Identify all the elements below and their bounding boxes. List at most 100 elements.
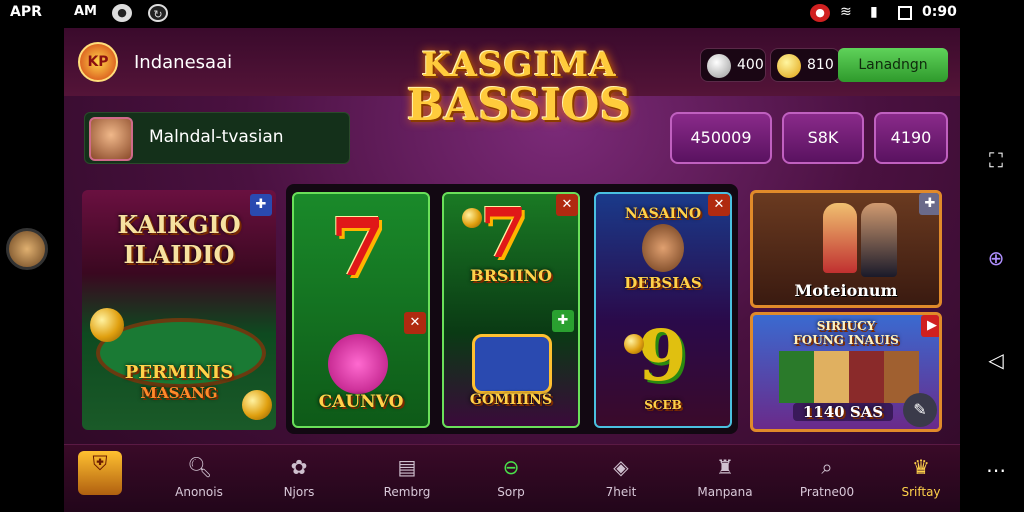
diamond-icon: ◈: [613, 455, 629, 479]
recents-icon[interactable]: ⛶: [984, 148, 1008, 172]
stat-button-2[interactable]: S8K: [782, 112, 864, 164]
device-screen: APR AM ● ↻ ● ≋ ▮ 0:90 ⛶ ⊕ ◁ ⋯ KP Indanes…: [0, 0, 1024, 512]
status-alert-icon: ●: [810, 4, 830, 22]
status-shield-icon: ●: [112, 4, 132, 22]
tile-badge-icon[interactable]: ✕: [404, 312, 426, 334]
login-button[interactable]: Lanadngn: [838, 48, 948, 82]
nav-label: Njors: [283, 485, 315, 499]
feature-sub-2: MASANG: [140, 384, 218, 402]
status-clock-right: 0:90: [922, 4, 957, 20]
slot-tile-c[interactable]: ✕ NASAINO DEBSIAS 9 SCEB: [594, 192, 732, 428]
characters-group: [779, 351, 919, 403]
user-profile-box[interactable]: Malndal-tvasian: [84, 112, 350, 164]
person-icon: ♜: [716, 455, 734, 479]
back-icon[interactable]: ◁: [984, 348, 1008, 372]
key-icon: ⊖: [502, 455, 520, 479]
title-line-2: BASSIOS: [406, 80, 632, 131]
balance-value-2: 810: [807, 57, 834, 73]
feature-title-2: ILAIDIO: [123, 240, 235, 269]
bell-icon: [707, 54, 731, 78]
slot-tile-a[interactable]: 7 ✕ CAUNVO: [292, 192, 430, 428]
nav-item-home[interactable]: ⛨: [64, 445, 154, 512]
slot-label-b2: GOMIIINS: [469, 392, 553, 408]
nav-label: Pratne00: [799, 485, 855, 499]
search-icon: ⌕: [821, 455, 833, 479]
app-name: Indanesaai: [134, 52, 233, 73]
tile-badge-icon[interactable]: ✚: [919, 193, 939, 215]
status-clock-left: AM: [74, 4, 97, 19]
stat-button-3[interactable]: 4190: [874, 112, 948, 164]
floating-avatar-bubble[interactable]: [6, 228, 48, 270]
nav-label: Sorp: [497, 485, 525, 499]
slot-label-c-top: NASAINO: [624, 206, 702, 222]
stat-button-1[interactable]: 450009: [670, 112, 772, 164]
title-line-1: KASGIMA: [421, 45, 617, 85]
nav-item-4[interactable]: ⊖ Sorp: [466, 445, 556, 512]
right-top-label: Moteionum: [794, 281, 898, 300]
slot-seven-b: 7: [480, 194, 528, 274]
slot-tile-b[interactable]: ✕ 7 BRSIINO ✚ GOMIIINS: [442, 192, 580, 428]
feature-tile-left[interactable]: ✚ KAIKGIO ILAIDIO PERMINIS MASANG: [82, 190, 276, 430]
tile-badge-icon[interactable]: ✕: [556, 194, 578, 216]
nav-item-2[interactable]: ✿ Njors: [254, 445, 344, 512]
right-bottom-title-2: FOUNG INAUIS: [793, 333, 899, 347]
signal-icon: ▮: [870, 4, 878, 20]
character-portrait: [472, 334, 552, 394]
nav-item-3[interactable]: ▤ Rembrg: [362, 445, 452, 512]
nav-item-7[interactable]: ⌕ Pratne00: [782, 445, 872, 512]
balance-pill-1[interactable]: 400: [700, 48, 766, 82]
feature-tile-right-bottom[interactable]: ▶ SIRIUCY FOUNG INAUIS 1140 SAS ✎: [750, 312, 942, 432]
nav-label: Rembrg: [383, 485, 431, 499]
feature-title-1: KAIKGIO: [117, 210, 241, 239]
coin-stack-icon: [90, 308, 124, 342]
crown-icon: ♛: [912, 455, 930, 479]
tile-badge-icon[interactable]: ✚: [552, 310, 574, 332]
casino-app: KP Indanesaai 400 810 Lanadngn KASGIMA B…: [64, 28, 960, 512]
avatar: [89, 117, 133, 161]
feature-tile-right-top[interactable]: ✚ Moteionum: [750, 190, 942, 308]
assistant-icon[interactable]: ⊕: [984, 246, 1008, 270]
nav-item-8[interactable]: ♛ Sriftay: [876, 445, 960, 512]
character-face: [642, 224, 684, 272]
nav-item-1[interactable]: 🔍︎ Anonois: [154, 445, 244, 512]
nav-label: Manpana: [697, 485, 753, 499]
slot-label-c-bottom: SCEB: [644, 398, 682, 412]
coin-icon: [462, 208, 482, 228]
bottom-nav: ⛨ 🔍︎ Anonois ✿ Njors ▤ Rembrg ⊖ Sorp ◈ 7…: [64, 444, 960, 512]
character-man: [861, 203, 897, 277]
gear-icon: ✿: [290, 455, 308, 479]
magnifier-icon: 🔍︎: [187, 455, 213, 479]
game-title: KASGIMA BASSIOS: [404, 48, 634, 128]
app-logo-icon: KP: [78, 42, 118, 82]
wifi-icon: ≋: [840, 4, 852, 20]
nav-item-6[interactable]: ♜ Manpana: [680, 445, 770, 512]
right-bottom-title-1: SIRIUCY: [816, 319, 876, 333]
system-nav-bar: ⛶ ⊕ ◁ ⋯: [960, 28, 1024, 512]
nav-label: 7heit: [605, 485, 637, 499]
battery-icon: [898, 6, 912, 20]
nav-label: Sriftay: [901, 485, 941, 499]
slot-label-b: BRSIINO: [470, 266, 552, 285]
nav-item-5[interactable]: ◈ 7heit: [576, 445, 666, 512]
feature-sub-1: PERMINIS: [124, 362, 234, 383]
slot-nine-c: 9: [638, 314, 687, 397]
slot-seven-a: 7: [330, 200, 386, 294]
coin-icon: [777, 54, 801, 78]
balance-value-1: 400: [737, 57, 764, 73]
status-bar: APR AM ● ↻ ● ≋ ▮ 0:90: [0, 0, 1024, 28]
slot-label-a: CAUNVO: [318, 392, 404, 412]
nav-label: Anonois: [175, 485, 223, 499]
more-icon[interactable]: ⋯: [984, 458, 1008, 482]
slot-label-c-mid: DEBSIAS: [624, 274, 702, 292]
coin-icon: [624, 334, 644, 354]
status-link-icon: ↻: [148, 4, 168, 22]
casino-chip-icon: [328, 334, 388, 394]
status-left-text: APR: [10, 4, 42, 20]
character-woman: [823, 203, 857, 273]
right-bottom-label: 1140 SAS: [793, 403, 893, 421]
wrench-icon[interactable]: ✎: [903, 393, 937, 427]
shield-icon: ⛨: [78, 451, 122, 495]
balance-pill-2[interactable]: 810: [770, 48, 840, 82]
card-icon: ▤: [397, 455, 417, 479]
user-name: Malndal-tvasian: [149, 127, 284, 147]
